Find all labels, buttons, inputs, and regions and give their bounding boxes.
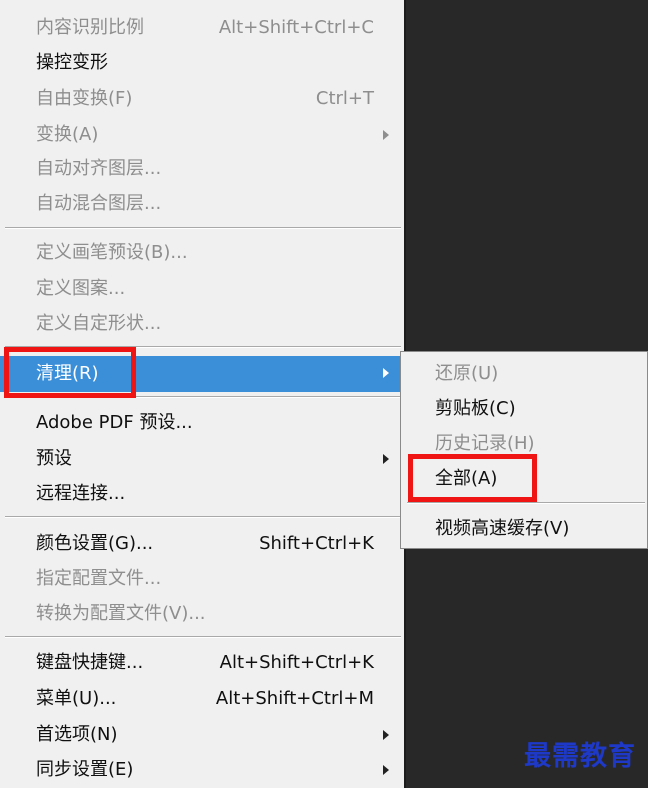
menu-item-shortcut: Ctrl+T	[315, 88, 374, 109]
menu-item-keyboard-shortcuts[interactable]: 键盘快捷键... Alt+Shift+Ctrl+K	[0, 646, 404, 680]
menu-item-remote-connections[interactable]: 远程连接...	[0, 477, 404, 511]
menu-item-label: 首选项(N)	[36, 724, 118, 745]
submenu-arrow-icon	[383, 730, 389, 740]
menu-item-label: 菜单(U)...	[36, 688, 117, 709]
menu-item-shortcut: Alt+Shift+Ctrl+M	[215, 688, 374, 709]
red-annotation-box	[4, 347, 136, 398]
menu-item-menus[interactable]: 菜单(U)... Alt+Shift+Ctrl+M	[0, 682, 404, 716]
menu-item-label: 定义自定形状...	[36, 313, 162, 334]
menu-item-label: 自动对齐图层...	[36, 158, 162, 179]
menu-item-shortcut: Alt+Shift+Ctrl+K	[219, 652, 374, 673]
menu-item-shortcut: Alt+Shift+Ctrl+C	[218, 17, 374, 38]
menu-item-label: 预设	[36, 448, 72, 469]
submenu-item-undo[interactable]: 还原(U)	[401, 357, 647, 391]
menu-item-free-transform[interactable]: 自由变换(F) Ctrl+T	[0, 82, 404, 116]
watermark-logo: 最需教育	[524, 741, 636, 772]
submenu-item-label: 剪贴板(C)	[435, 398, 516, 419]
menu-item-content-aware-scale[interactable]: 内容识别比例 Alt+Shift+Ctrl+C	[0, 11, 404, 45]
submenu-item-clipboard[interactable]: 剪贴板(C)	[401, 392, 647, 426]
menu-item-adobe-pdf-presets[interactable]: Adobe PDF 预设...	[0, 406, 404, 440]
menu-item-label: 定义画笔预设(B)...	[36, 242, 188, 263]
menu-separator	[5, 636, 401, 638]
menu-item-label: 颜色设置(G)...	[36, 533, 154, 554]
menu-item-convert-to-profile[interactable]: 转换为配置文件(V)...	[0, 597, 404, 631]
menu-item-label: 定义图案...	[36, 278, 126, 299]
menu-item-label: 变换(A)	[36, 124, 99, 145]
red-annotation-box	[408, 454, 537, 502]
menu-item-color-settings[interactable]: 颜色设置(G)... Shift+Ctrl+K	[0, 527, 404, 561]
menu-item-auto-blend-layers[interactable]: 自动混合图层...	[0, 187, 404, 221]
menu-item-label: 指定配置文件...	[36, 568, 162, 589]
menu-item-shortcut: Shift+Ctrl+K	[259, 533, 374, 554]
menu-item-label: 同步设置(E)	[36, 759, 134, 780]
menu-item-label: Adobe PDF 预设...	[36, 412, 193, 433]
submenu-item-video-cache[interactable]: 视频高速缓存(V)	[401, 512, 647, 546]
menu-item-puppet-warp[interactable]: 操控变形	[0, 46, 404, 80]
menu-item-define-custom-shape[interactable]: 定义自定形状...	[0, 307, 404, 341]
menu-item-presets[interactable]: 预设	[0, 442, 404, 476]
menu-separator	[5, 516, 401, 518]
menu-item-label: 键盘快捷键...	[36, 652, 144, 673]
menu-separator	[5, 227, 401, 229]
submenu-item-label: 还原(U)	[435, 363, 499, 384]
menu-item-label: 转换为配置文件(V)...	[36, 603, 206, 624]
menu-item-preferences[interactable]: 首选项(N)	[0, 718, 404, 752]
submenu-arrow-icon	[383, 368, 389, 378]
menu-item-label: 操控变形	[36, 52, 108, 73]
menu-item-sync-settings[interactable]: 同步设置(E)	[0, 753, 404, 787]
submenu-separator	[407, 502, 645, 504]
purge-submenu: 还原(U) 剪贴板(C) 历史记录(H) 全部(A) 视频高速缓存(V)	[400, 351, 648, 549]
submenu-arrow-icon	[383, 130, 389, 140]
menu-item-transform[interactable]: 变换(A)	[0, 118, 404, 152]
menu-item-define-brush-preset[interactable]: 定义画笔预设(B)...	[0, 236, 404, 270]
menu-item-define-pattern[interactable]: 定义图案...	[0, 272, 404, 306]
submenu-item-label: 视频高速缓存(V)	[435, 518, 570, 539]
menu-item-label: 远程连接...	[36, 483, 126, 504]
submenu-arrow-icon	[383, 454, 389, 464]
menu-item-auto-align-layers[interactable]: 自动对齐图层...	[0, 152, 404, 186]
menu-item-assign-profile[interactable]: 指定配置文件...	[0, 562, 404, 596]
menu-item-label: 内容识别比例	[36, 17, 144, 38]
menu-item-label: 自由变换(F)	[36, 88, 133, 109]
submenu-arrow-icon	[383, 765, 389, 775]
menu-item-label: 自动混合图层...	[36, 193, 162, 214]
